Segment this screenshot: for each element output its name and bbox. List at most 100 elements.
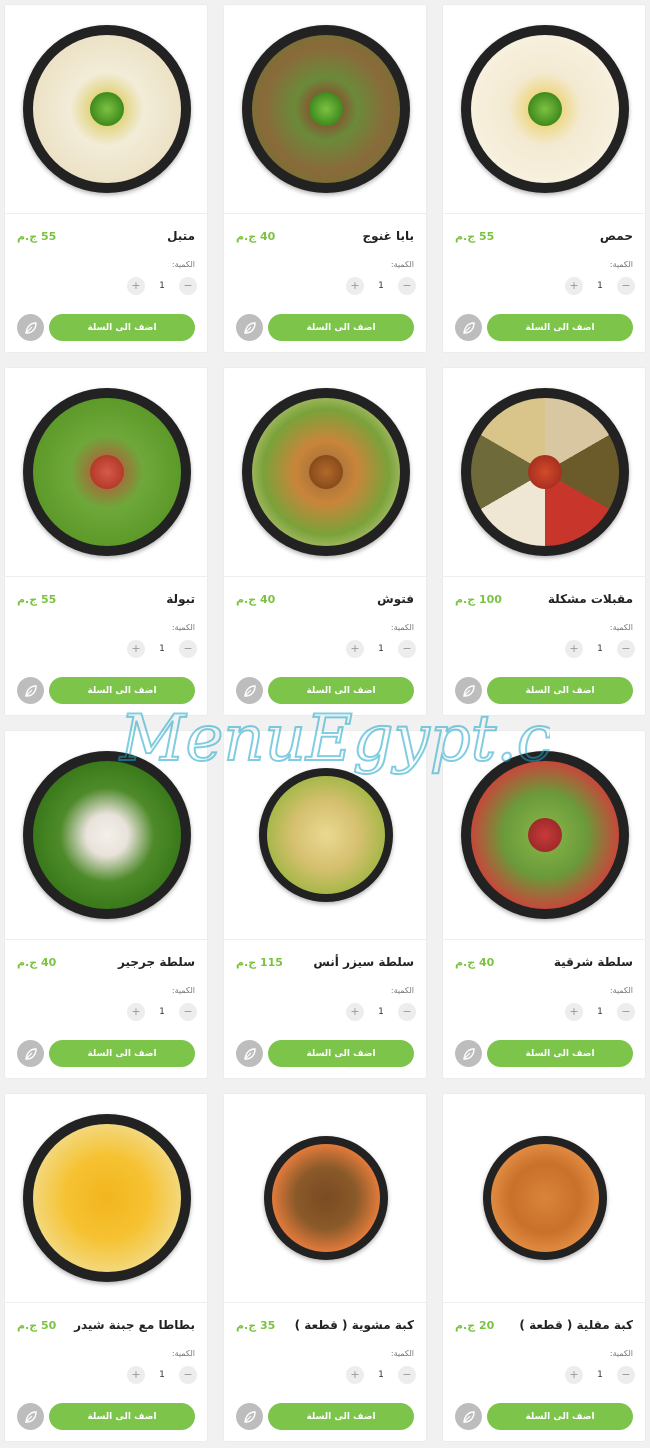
plus-button[interactable]: + bbox=[127, 1003, 145, 1021]
favorite-button[interactable] bbox=[17, 1040, 44, 1067]
add-to-cart-button[interactable]: اضف الى السلة bbox=[487, 677, 633, 704]
leaf-icon bbox=[462, 684, 475, 697]
minus-button[interactable]: − bbox=[616, 277, 635, 295]
minus-button[interactable]: − bbox=[397, 277, 416, 295]
add-to-cart-button[interactable]: اضف الى السلة bbox=[49, 314, 195, 341]
food-image[interactable] bbox=[224, 1094, 426, 1302]
plus-button[interactable]: + bbox=[127, 1366, 145, 1384]
quantity-value[interactable]: 1 bbox=[378, 281, 384, 291]
plus-button[interactable]: + bbox=[346, 640, 364, 658]
favorite-button[interactable] bbox=[17, 1403, 44, 1430]
favorite-button[interactable] bbox=[455, 314, 482, 341]
food-image[interactable] bbox=[443, 5, 645, 213]
favorite-button[interactable] bbox=[17, 677, 44, 704]
favorite-button[interactable] bbox=[236, 677, 263, 704]
favorite-button[interactable] bbox=[236, 1403, 263, 1430]
minus-button[interactable]: − bbox=[616, 1003, 635, 1021]
food-image[interactable] bbox=[443, 1094, 645, 1302]
plate-image bbox=[23, 25, 191, 193]
plus-button[interactable]: + bbox=[565, 277, 583, 295]
favorite-button[interactable] bbox=[17, 314, 44, 341]
add-to-cart-button[interactable]: اضف الى السلة bbox=[268, 677, 414, 704]
quantity-label: الكمية: bbox=[171, 260, 195, 269]
quantity-value[interactable]: 1 bbox=[597, 281, 603, 291]
food-image[interactable] bbox=[224, 368, 426, 576]
food-image[interactable] bbox=[224, 731, 426, 939]
add-to-cart-button[interactable]: اضف الى السلة bbox=[268, 1403, 414, 1430]
food-image[interactable] bbox=[224, 5, 426, 213]
leaf-icon bbox=[24, 321, 37, 334]
food-image[interactable] bbox=[5, 731, 207, 939]
quantity-value[interactable]: 1 bbox=[159, 1370, 165, 1380]
add-to-cart-button[interactable]: اضف الى السلة bbox=[487, 314, 633, 341]
plus-button[interactable]: + bbox=[346, 1366, 364, 1384]
add-to-cart-button[interactable]: اضف الى السلة bbox=[268, 1040, 414, 1067]
plate-image bbox=[483, 1136, 607, 1260]
quantity-stepper: + 1 − bbox=[346, 1003, 416, 1021]
item-price: 115 ج.م bbox=[236, 955, 283, 969]
plate-image bbox=[259, 768, 393, 902]
add-to-cart-button[interactable]: اضف الى السلة bbox=[487, 1040, 633, 1067]
divider bbox=[224, 576, 426, 577]
divider bbox=[5, 576, 207, 577]
menu-item-card: حمص 55 ج.م الكمية: + 1 − اضف الى السلة bbox=[442, 4, 646, 353]
add-to-cart-button[interactable]: اضف الى السلة bbox=[487, 1403, 633, 1430]
plate-image bbox=[242, 25, 410, 193]
divider bbox=[224, 1302, 426, 1303]
item-name: سلطة سيزر أنس bbox=[313, 955, 414, 969]
quantity-value[interactable]: 1 bbox=[597, 1370, 603, 1380]
food-image[interactable] bbox=[443, 731, 645, 939]
favorite-button[interactable] bbox=[236, 314, 263, 341]
minus-button[interactable]: − bbox=[178, 1366, 197, 1384]
add-to-cart-button[interactable]: اضف الى السلة bbox=[268, 314, 414, 341]
quantity-label: الكمية: bbox=[390, 260, 414, 269]
minus-button[interactable]: − bbox=[178, 640, 197, 658]
plus-button[interactable]: + bbox=[127, 277, 145, 295]
favorite-button[interactable] bbox=[236, 1040, 263, 1067]
add-to-cart-button[interactable]: اضف الى السلة bbox=[49, 677, 195, 704]
plate-image bbox=[461, 751, 629, 919]
divider bbox=[224, 213, 426, 214]
minus-button[interactable]: − bbox=[397, 1003, 416, 1021]
divider bbox=[443, 1302, 645, 1303]
item-price: 40 ج.م bbox=[236, 229, 276, 243]
minus-button[interactable]: − bbox=[178, 1003, 197, 1021]
favorite-button[interactable] bbox=[455, 1040, 482, 1067]
quantity-label: الكمية: bbox=[390, 623, 414, 632]
plus-button[interactable]: + bbox=[127, 640, 145, 658]
minus-button[interactable]: − bbox=[616, 1366, 635, 1384]
quantity-value[interactable]: 1 bbox=[597, 644, 603, 654]
quantity-value[interactable]: 1 bbox=[378, 644, 384, 654]
add-to-cart-button[interactable]: اضف الى السلة bbox=[49, 1403, 195, 1430]
quantity-value[interactable]: 1 bbox=[159, 281, 165, 291]
food-image[interactable] bbox=[5, 368, 207, 576]
food-image[interactable] bbox=[5, 5, 207, 213]
favorite-button[interactable] bbox=[455, 1403, 482, 1430]
minus-button[interactable]: − bbox=[178, 277, 197, 295]
food-image[interactable] bbox=[5, 1094, 207, 1302]
plus-button[interactable]: + bbox=[346, 277, 364, 295]
quantity-value[interactable]: 1 bbox=[159, 644, 165, 654]
add-to-cart-button[interactable]: اضف الى السلة bbox=[49, 1040, 195, 1067]
plate-image bbox=[461, 25, 629, 193]
plus-button[interactable]: + bbox=[346, 1003, 364, 1021]
minus-button[interactable]: − bbox=[616, 640, 635, 658]
item-price: 100 ج.م bbox=[455, 592, 502, 606]
quantity-value[interactable]: 1 bbox=[159, 1007, 165, 1017]
quantity-value[interactable]: 1 bbox=[378, 1370, 384, 1380]
item-name: كبة مقلية ( قطعة ) bbox=[519, 1318, 633, 1332]
minus-button[interactable]: − bbox=[397, 640, 416, 658]
minus-button[interactable]: − bbox=[397, 1366, 416, 1384]
menu-item-card: فتوش 40 ج.م الكمية: + 1 − اضف الى السلة bbox=[223, 367, 427, 716]
food-image[interactable] bbox=[443, 368, 645, 576]
quantity-stepper: + 1 − bbox=[565, 1003, 635, 1021]
plus-button[interactable]: + bbox=[565, 640, 583, 658]
quantity-label: الكمية: bbox=[171, 986, 195, 995]
favorite-button[interactable] bbox=[455, 677, 482, 704]
item-name: كبة مشوية ( قطعة ) bbox=[294, 1318, 414, 1332]
quantity-value[interactable]: 1 bbox=[597, 1007, 603, 1017]
plate-image bbox=[23, 1114, 191, 1282]
plus-button[interactable]: + bbox=[565, 1003, 583, 1021]
quantity-value[interactable]: 1 bbox=[378, 1007, 384, 1017]
plus-button[interactable]: + bbox=[565, 1366, 583, 1384]
